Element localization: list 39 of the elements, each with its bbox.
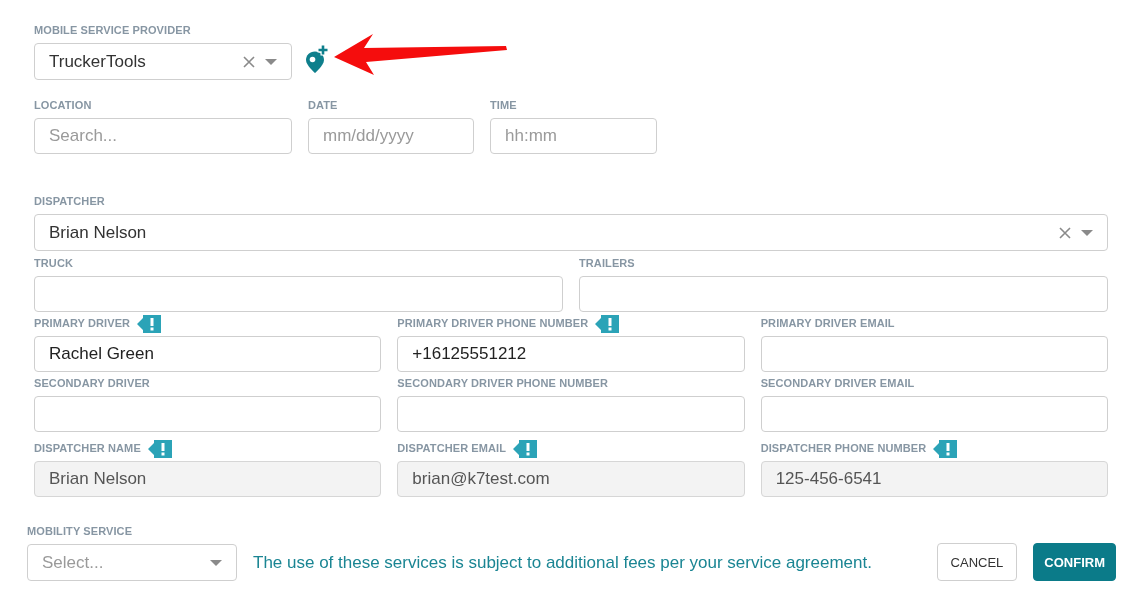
caret-icon[interactable] (265, 58, 277, 65)
field-label: TIME (490, 99, 517, 112)
input-field[interactable] (760, 396, 1108, 432)
confirm-button[interactable]: CONFIRM (1033, 543, 1116, 581)
field-label: DISPATCHER NAME (34, 442, 141, 455)
fee-notice: The use of these services is subject to additional fees per your service agreement. (253, 551, 872, 574)
field-label: PRIMARY DRIVER (34, 317, 131, 330)
field-label: PRIMARY DRIVER EMAIL (760, 317, 895, 330)
input-field[interactable]: +16125551212 (397, 336, 745, 372)
input-field[interactable] (760, 336, 1108, 372)
field-label: SECONDARY DRIVER EMAIL (760, 377, 915, 390)
caret-icon[interactable] (210, 559, 222, 566)
field-label: SECONDARY DRIVER (34, 377, 150, 390)
input-field[interactable]: Rachel Green (34, 336, 382, 372)
field-label: DATE (308, 99, 338, 112)
field-label: TRAILERS (579, 257, 635, 270)
field-label: TRUCK (34, 257, 73, 270)
input-field[interactable] (579, 276, 1108, 312)
location-field[interactable]: Search... (34, 118, 292, 154)
clear-icon[interactable] (243, 55, 255, 68)
input-field[interactable] (34, 396, 382, 432)
dispatcher-select[interactable]: Brian Nelson (34, 214, 1108, 251)
field-label: PRIMARY DRIVER PHONE NUMBER (397, 317, 589, 330)
input-field[interactable] (397, 396, 745, 432)
field-label: DISPATCHER PHONE NUMBER (760, 442, 927, 455)
field-label: MOBILITY SERVICE (27, 525, 133, 538)
time-field[interactable]: hh:mm (490, 118, 657, 154)
provider-select[interactable]: TruckerTools (34, 43, 292, 80)
field-label: DISPATCHER (34, 195, 105, 208)
field-label: MOBILE SERVICE PROVIDER (34, 24, 191, 37)
caret-icon[interactable] (1081, 229, 1093, 236)
clear-icon[interactable] (1059, 226, 1071, 239)
field-label: DISPATCHER EMAIL (397, 442, 507, 455)
field-label: LOCATION (34, 99, 92, 112)
pin-plus-icon[interactable] (304, 44, 329, 73)
input-field[interactable] (34, 276, 563, 312)
cancel-button[interactable]: CANCEL (936, 543, 1018, 581)
field-label: SECONDARY DRIVER PHONE NUMBER (397, 377, 609, 390)
date-field[interactable]: mm/dd/yyyy (308, 118, 474, 154)
